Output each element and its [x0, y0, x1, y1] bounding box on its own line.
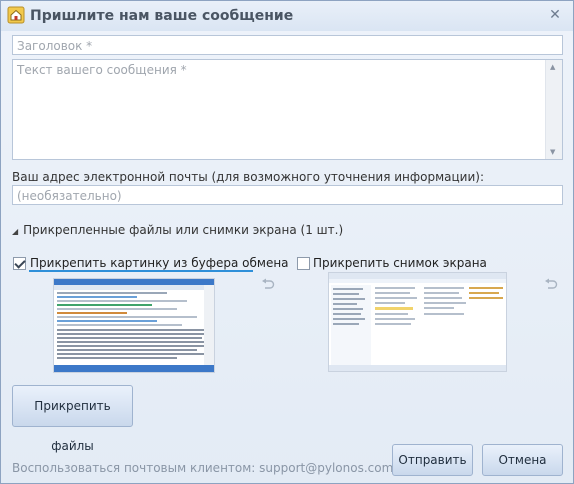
message-textarea[interactable]: Текст вашего сообщения * ▲ ▼	[12, 59, 563, 160]
email-field[interactable]: (необязательно)	[12, 185, 563, 205]
clipboard-thumbnail	[53, 278, 215, 373]
scroll-down-icon[interactable]: ▼	[550, 148, 555, 156]
close-icon[interactable]: ✕	[547, 7, 563, 23]
mail-client-link[interactable]: Воспользоваться почтовым клиентом: suppo…	[12, 461, 393, 475]
chevron-down-icon: ◢	[12, 227, 19, 236]
message-placeholder: Текст вашего сообщения *	[17, 63, 187, 77]
screenshot-preview-image	[329, 273, 506, 371]
send-button[interactable]: Отправить	[392, 444, 473, 476]
subject-placeholder: Заголовок *	[17, 39, 93, 53]
undo-icon[interactable]	[544, 278, 558, 290]
scroll-up-icon[interactable]: ▲	[550, 63, 555, 71]
screenshot-thumbnail	[328, 272, 507, 372]
screenshot-checkbox-label[interactable]: Прикрепить снимок экрана	[313, 256, 487, 270]
subject-input[interactable]: Заголовок *	[12, 35, 563, 55]
home-icon	[7, 6, 25, 24]
cancel-button[interactable]: Отмена	[482, 444, 563, 476]
dialog-window: Пришлите нам ваше сообщение ✕ Заголовок …	[0, 0, 574, 484]
clipboard-focus-underline	[29, 270, 253, 272]
attach-files-button[interactable]: Прикрепить файлы	[12, 385, 133, 453]
clipboard-checkbox[interactable]	[13, 257, 26, 270]
email-label: Ваш адрес электронной почты (для возможн…	[12, 170, 485, 184]
screenshot-checkbox[interactable]	[297, 257, 310, 270]
email-placeholder: (необязательно)	[17, 189, 122, 203]
clipboard-checkbox-label[interactable]: Прикрепить картинку из буфера обмена	[30, 256, 289, 270]
window-title: Пришлите нам ваше сообщение	[30, 8, 294, 24]
attachments-toggle[interactable]: ◢ Прикрепленные файлы или снимки экрана (…	[12, 223, 343, 237]
undo-icon[interactable]	[261, 278, 275, 290]
message-scrollbar[interactable]: ▲ ▼	[545, 60, 562, 159]
attachments-header-label: Прикрепленные файлы или снимки экрана (1…	[23, 223, 344, 237]
title-bar: Пришлите нам ваше сообщение ✕	[1, 1, 573, 31]
clipboard-preview-image	[54, 279, 214, 372]
